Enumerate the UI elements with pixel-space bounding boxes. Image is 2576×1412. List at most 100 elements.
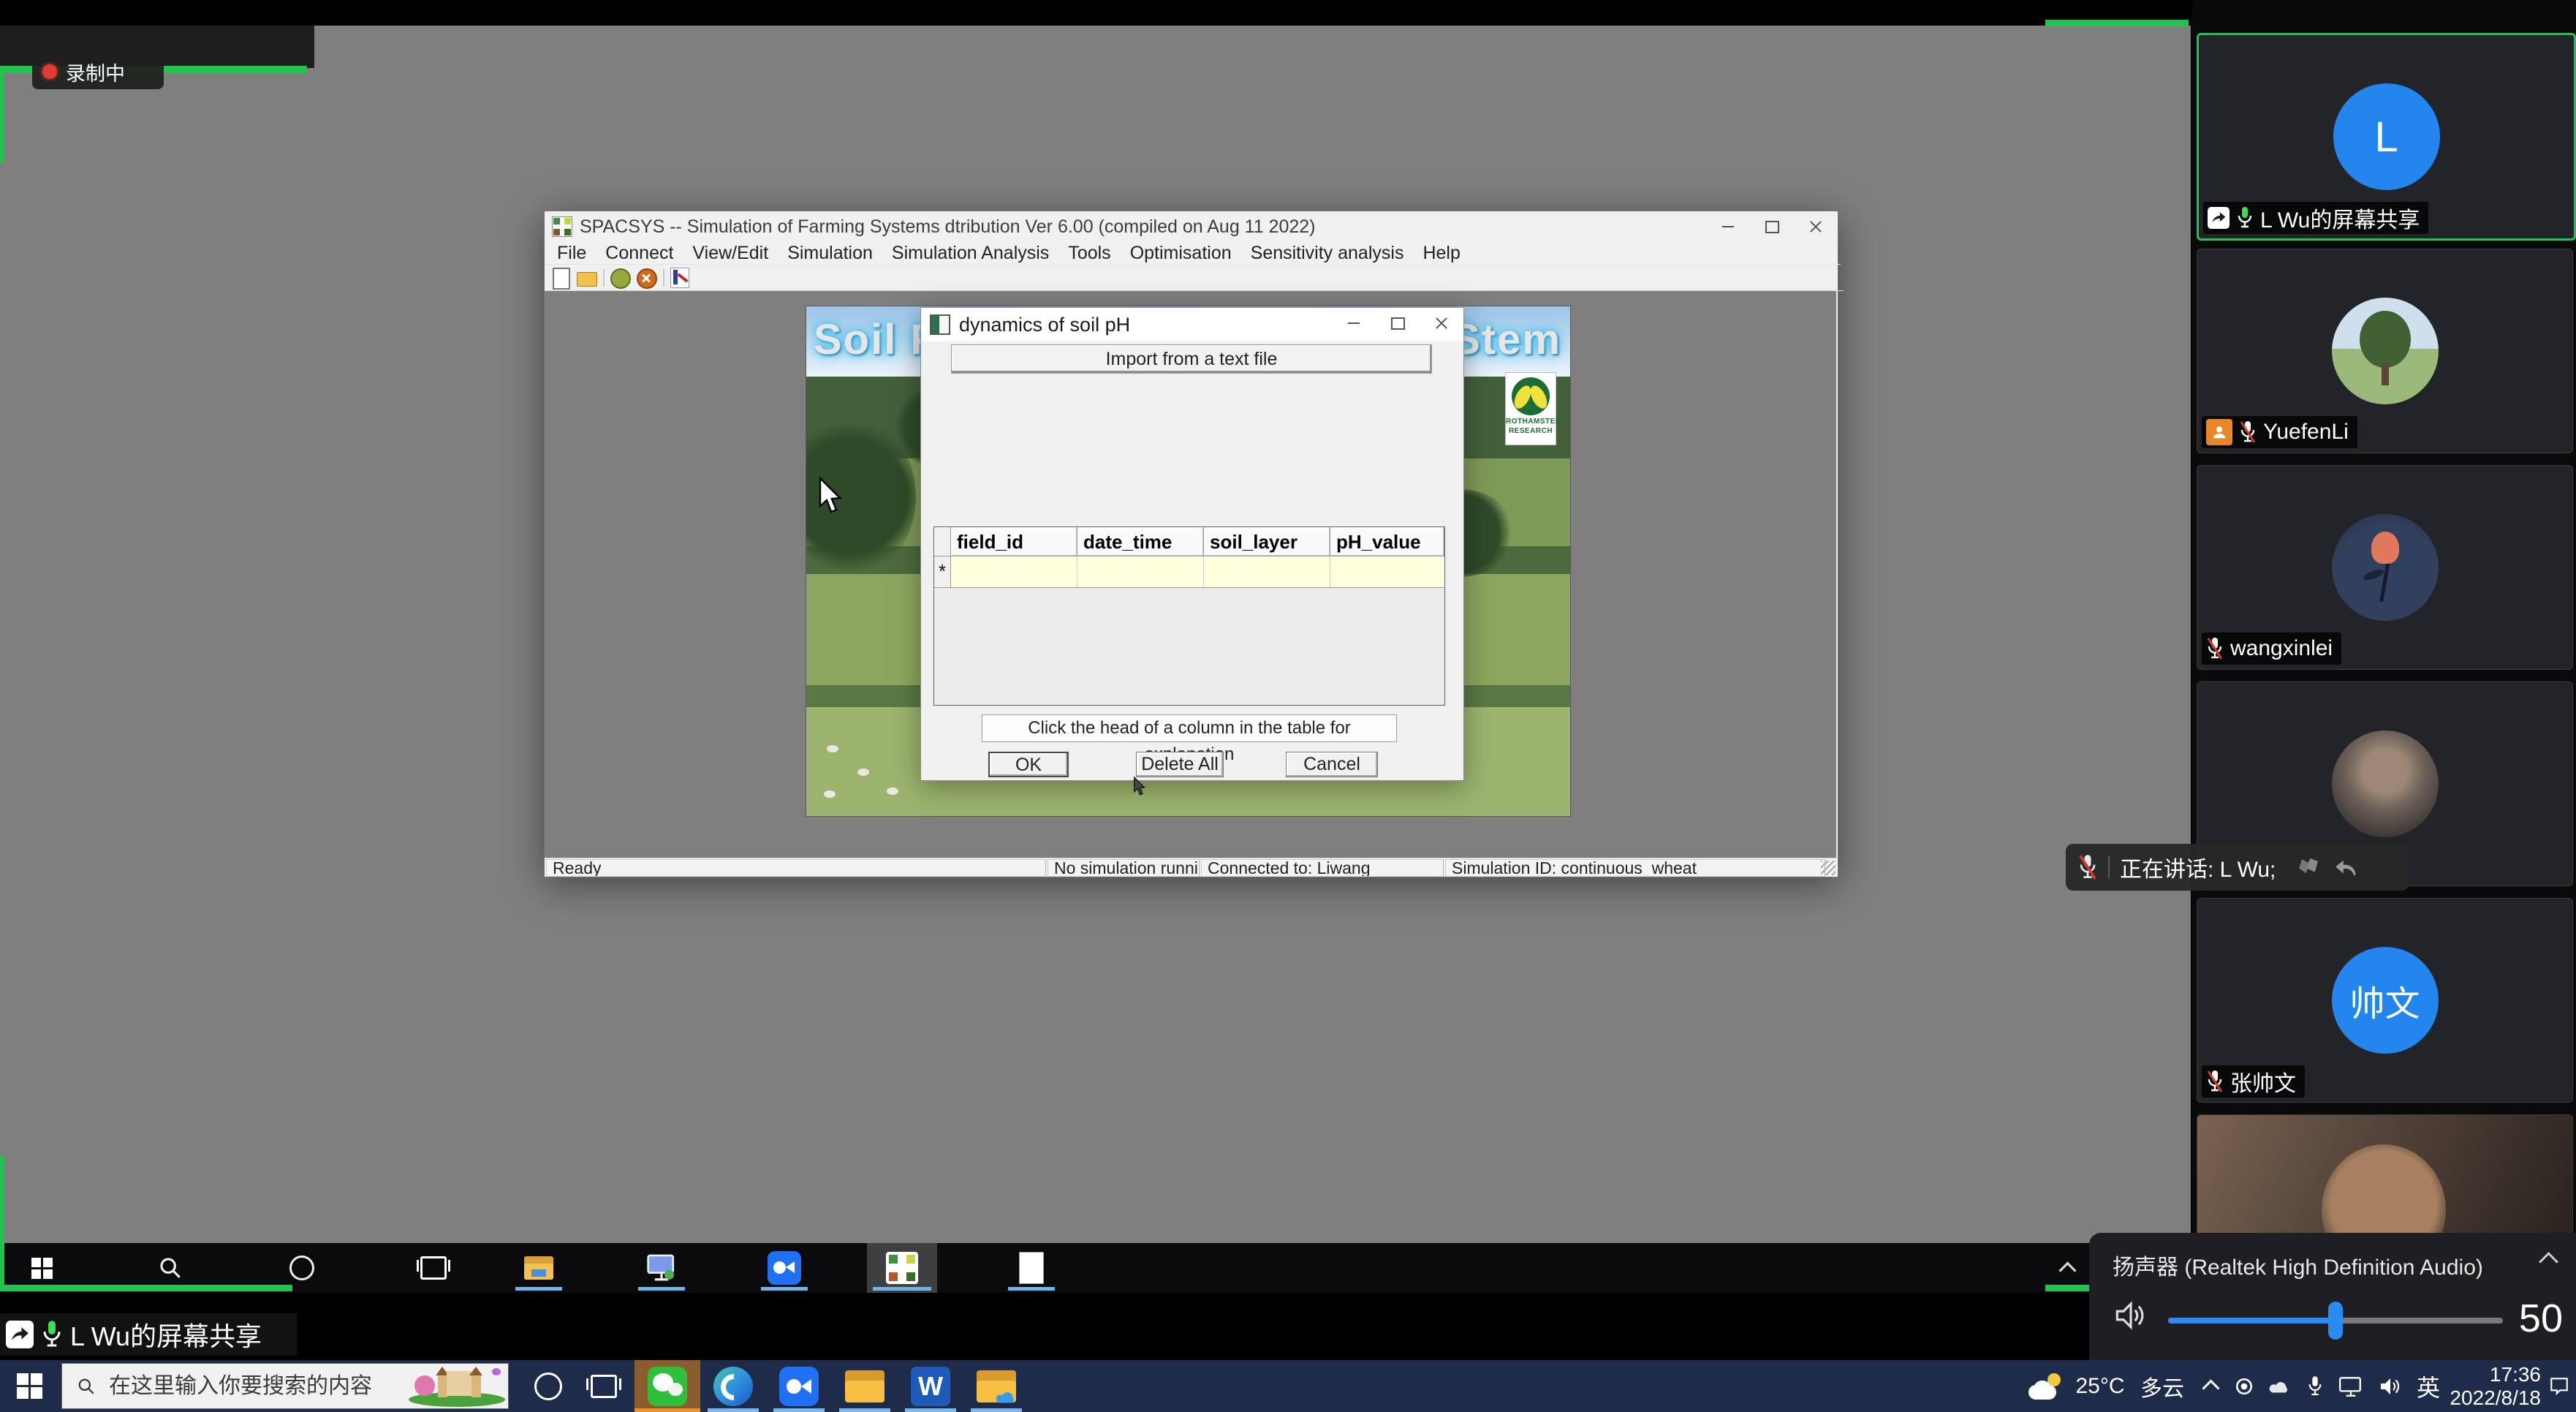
avatar	[2332, 298, 2439, 404]
import-text-file-button[interactable]: Import from a text file	[951, 344, 1432, 374]
remote-document-icon[interactable]	[999, 1243, 1064, 1293]
remote-explorer-icon[interactable]	[506, 1243, 572, 1293]
weather-condition[interactable]: 多云	[2133, 1360, 2192, 1412]
task-view-icon[interactable]	[577, 1360, 630, 1412]
dialog-close-icon[interactable]	[1420, 308, 1463, 339]
volume-slider-fill	[2168, 1318, 2336, 1324]
volume-value: 50	[2519, 1296, 2563, 1341]
column-header-date-time[interactable]: date_time	[1077, 527, 1204, 556]
menu-optimisation[interactable]: Optimisation	[1121, 243, 1241, 264]
column-header-field-id[interactable]: field_id	[951, 527, 1077, 556]
reply-arrow-icon[interactable]	[2334, 856, 2359, 879]
rothamsted-logo-text2: RESEARCH	[1506, 426, 1556, 436]
speaker-icon[interactable]	[2114, 1300, 2148, 1331]
menu-view-edit[interactable]: View/Edit	[683, 243, 778, 264]
menu-help[interactable]: Help	[1413, 243, 1469, 264]
column-hint-label: Click the head of a column in the table …	[982, 714, 1397, 742]
running-indicator	[638, 1287, 685, 1291]
remote-meeting-icon[interactable]	[751, 1243, 817, 1293]
minimize-icon[interactable]	[1706, 211, 1750, 242]
network-icon[interactable]	[2332, 1360, 2370, 1412]
menu-connect[interactable]: Connect	[596, 243, 683, 264]
connect-icon[interactable]	[610, 268, 631, 288]
spacsys-titlebar[interactable]: SPACSYS -- Simulation of Farming Systems…	[545, 211, 1838, 242]
remote-spacsys-active-slot[interactable]	[867, 1243, 937, 1293]
maximize-icon[interactable]	[1750, 211, 1794, 242]
remote-computer-icon[interactable]	[629, 1243, 694, 1293]
close-icon[interactable]	[1794, 211, 1838, 242]
cell-ph-value[interactable]	[1330, 556, 1444, 587]
participant-tile-lwu[interactable]: L L Wu的屏幕共享	[2197, 33, 2576, 241]
chevron-up-icon[interactable]	[2539, 1252, 2558, 1272]
column-header-ph-value[interactable]: pH_value	[1330, 527, 1444, 556]
delete-all-button[interactable]: Delete All	[1136, 752, 1224, 777]
mic-on-icon	[41, 1320, 63, 1349]
search-input[interactable]	[107, 1373, 388, 1400]
weather-icon[interactable]	[2025, 1360, 2066, 1412]
menu-simulation[interactable]: Simulation	[778, 243, 882, 264]
folder-sync-icon[interactable]	[963, 1360, 1029, 1412]
action-center-icon[interactable]	[2542, 1360, 2576, 1412]
running-indicator	[839, 1408, 890, 1412]
rothamsted-logo-icon	[1512, 377, 1550, 415]
applause-icon[interactable]	[2296, 855, 2324, 880]
cell-soil-layer[interactable]	[1204, 556, 1330, 587]
menu-tools[interactable]: Tools	[1058, 243, 1120, 264]
cancel-button[interactable]: Cancel	[1286, 752, 1378, 777]
disconnect-icon[interactable]	[637, 268, 657, 288]
speaker-device-label: 扬声器 (Realtek High Definition Audio)	[2113, 1249, 2483, 1281]
wechat-active-slot[interactable]	[634, 1360, 700, 1412]
volume-slider-handle[interactable]	[2328, 1302, 2343, 1340]
mouse-cursor	[819, 477, 848, 520]
start-button[interactable]	[0, 1360, 58, 1412]
presenter-badge-icon	[2206, 419, 2232, 445]
dialog-minimize-icon[interactable]	[1332, 308, 1376, 339]
file-explorer-icon[interactable]	[832, 1360, 898, 1412]
dialog-titlebar[interactable]: dynamics of soil pH	[921, 308, 1463, 341]
remote-task-view-icon[interactable]	[401, 1243, 466, 1293]
clock[interactable]: 17:36 2022/8/18	[2446, 1360, 2541, 1412]
edge-icon[interactable]	[700, 1360, 766, 1412]
menu-simulation-analysis[interactable]: Simulation Analysis	[882, 243, 1058, 264]
ok-button[interactable]: OK	[988, 752, 1069, 777]
recording-label: 录制中	[66, 58, 125, 86]
cell-date-time[interactable]	[1077, 556, 1204, 587]
onedrive-cloud-icon[interactable]	[2262, 1360, 2298, 1412]
speaking-label: 正在讲话: L Wu;	[2120, 851, 2276, 883]
splash-sheep	[887, 788, 898, 795]
participant-tile-yuefenli[interactable]: YuefenLi	[2197, 249, 2573, 453]
toast-divider	[2108, 856, 2110, 879]
speaking-toast[interactable]: 正在讲话: L Wu;	[2066, 844, 2409, 891]
search-icon	[77, 1377, 96, 1396]
report-icon[interactable]	[670, 268, 691, 288]
splash-sheep	[857, 769, 869, 776]
resize-grip[interactable]	[1821, 861, 1836, 875]
screen-share-icon	[2208, 207, 2230, 229]
open-file-icon[interactable]	[577, 268, 597, 288]
cell-field-id[interactable]	[951, 556, 1077, 587]
running-indicator	[773, 1408, 825, 1412]
participant-tile-zhangshuaiwen[interactable]: 帅文 张帅文	[2197, 898, 2573, 1103]
column-header-soil-layer[interactable]: soil_layer	[1204, 527, 1330, 556]
menu-file[interactable]: File	[548, 243, 596, 264]
taskbar-search[interactable]	[61, 1363, 509, 1409]
volume-tray-icon[interactable]	[2370, 1360, 2411, 1412]
new-file-icon[interactable]	[550, 268, 571, 288]
participant-name: 张帅文	[2230, 1065, 2296, 1098]
meeting-app-icon[interactable]	[766, 1360, 832, 1412]
participant-name: YuefenLi	[2263, 420, 2349, 445]
running-indicator	[873, 1287, 931, 1291]
word-icon[interactable]: W	[898, 1360, 963, 1412]
cortana-icon[interactable]	[522, 1360, 575, 1412]
table-new-row[interactable]: *	[934, 556, 1444, 588]
record-tray-icon[interactable]	[2227, 1360, 2262, 1412]
language-indicator[interactable]: 英	[2411, 1360, 2446, 1412]
tray-chevron-icon[interactable]	[2194, 1360, 2227, 1412]
dialog-maximize-icon[interactable]	[1376, 308, 1420, 339]
running-indicator	[708, 1408, 759, 1412]
mic-tray-icon[interactable]	[2298, 1360, 2332, 1412]
participant-tile-wangxinlei[interactable]: wangxinlei	[2197, 465, 2573, 670]
weather-temp[interactable]: 25°C	[2067, 1360, 2133, 1412]
status-ready: Ready	[546, 859, 1046, 877]
menu-sensitivity-analysis[interactable]: Sensitivity analysis	[1241, 243, 1414, 264]
